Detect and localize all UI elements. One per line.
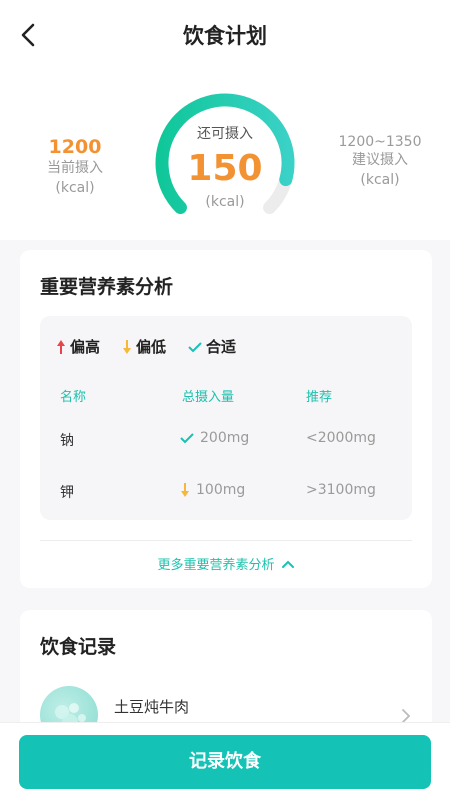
arrow-down-icon xyxy=(181,483,189,497)
row-value-text: 200mg xyxy=(200,430,250,446)
diet-record-title: 饮食记录 xyxy=(40,636,117,658)
chevron-up-icon xyxy=(281,560,294,568)
current-intake-unit: (kcal) xyxy=(55,180,95,196)
nutrition-table: 偏高 偏低 合适 名称 总摄入量 推荐 钠 200mg <2000mg 钾 10… xyxy=(40,316,412,520)
column-header-total: 总摄入量 xyxy=(182,390,235,405)
row-value-text: 100mg xyxy=(196,482,246,498)
legend-low-label: 偏低 xyxy=(136,338,167,356)
more-nutrients-link[interactable]: 更多重要营养素分析 xyxy=(20,554,432,573)
recommended-unit: (kcal) xyxy=(360,172,400,188)
divider xyxy=(40,540,412,541)
recommended-label: 建议摄入 xyxy=(352,152,408,168)
legend-ok: 合适 xyxy=(188,336,236,357)
more-nutrients-label: 更多重要营养素分析 xyxy=(157,558,275,573)
current-intake-label: 当前摄入 xyxy=(47,160,103,176)
row-name: 钠 xyxy=(60,433,74,449)
current-intake-value: 1200 xyxy=(48,136,102,158)
remaining-label: 还可摄入 xyxy=(197,126,253,142)
record-diet-button[interactable]: 记录饮食 xyxy=(19,735,431,789)
bottom-bar: 记录饮食 xyxy=(0,722,450,800)
row-name: 钾 xyxy=(60,485,74,501)
recommended-range: 1200~1350 xyxy=(338,134,422,150)
check-icon xyxy=(180,433,194,444)
legend-ok-label: 合适 xyxy=(206,338,237,356)
column-header-recommended: 推荐 xyxy=(306,390,333,405)
food-name: 土豆炖牛肉 xyxy=(114,698,190,716)
remaining-value: 150 xyxy=(187,148,263,189)
app-header: 饮食计划 xyxy=(0,0,450,70)
row-recommended: <2000mg xyxy=(306,430,376,446)
legend-high-label: 偏高 xyxy=(70,338,101,356)
legend-low: 偏低 xyxy=(122,336,166,357)
arrow-down-icon xyxy=(123,339,132,354)
legend-high: 偏高 xyxy=(56,336,100,357)
calorie-summary: 1200 当前摄入 (kcal) 还可摄入 150 (kcal) 1200~13… xyxy=(0,70,450,240)
row-value: 100mg xyxy=(180,482,245,498)
column-header-name: 名称 xyxy=(60,390,87,405)
check-icon xyxy=(188,341,202,352)
row-value: 200mg xyxy=(180,430,249,446)
arrow-up-icon xyxy=(57,339,65,354)
remaining-unit: (kcal) xyxy=(205,194,245,210)
nutrition-title: 重要营养素分析 xyxy=(40,276,174,298)
current-intake: 1200 当前摄入 (kcal) xyxy=(30,136,120,198)
nutrition-card: 重要营养素分析 偏高 偏低 合适 名称 总摄入量 推荐 钠 200mg <200… xyxy=(20,250,432,588)
nutrition-legend: 偏高 偏低 合适 xyxy=(56,336,236,357)
row-recommended: >3100mg xyxy=(306,482,376,498)
calorie-gauge: 还可摄入 150 (kcal) xyxy=(140,80,310,230)
recommended-intake: 1200~1350 建议摄入 (kcal) xyxy=(330,134,430,190)
page-title: 饮食计划 xyxy=(183,24,267,48)
